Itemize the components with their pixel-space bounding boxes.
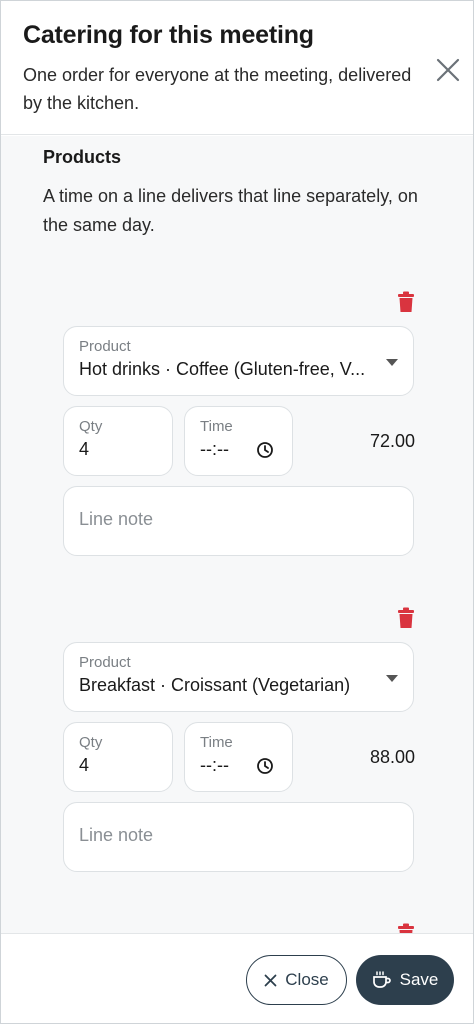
chevron-down-icon <box>386 359 398 366</box>
line-note-placeholder: Line note <box>79 825 154 845</box>
qty-label: Qty <box>79 418 103 435</box>
product-label: Product <box>79 654 131 671</box>
products-heading: Products <box>43 147 122 167</box>
time-field[interactable]: Time --:-- <box>184 406 293 476</box>
time-value: --:-- <box>200 439 229 459</box>
close-icon[interactable] <box>433 55 463 85</box>
time-label: Time <box>200 734 233 751</box>
dialog-subtitle: One order for everyone at the meeting, d… <box>23 65 412 113</box>
close-icon <box>264 974 277 986</box>
chevron-down-icon <box>386 675 398 682</box>
close-button-label: Close <box>285 970 329 989</box>
clock-icon[interactable] <box>256 757 274 775</box>
qty-value: 4 <box>79 755 90 775</box>
qty-label: Qty <box>79 734 103 751</box>
clock-icon[interactable] <box>256 441 274 459</box>
catering-dialog: Catering for this meeting One order for … <box>0 0 474 1024</box>
product-line: Product Breakfast · Croissant (Vegetaria… <box>1 602 473 902</box>
delete-line-icon[interactable] <box>396 291 416 313</box>
qty-field[interactable]: Qty 4 <box>63 722 173 792</box>
line-note-placeholder: Line note <box>79 509 154 529</box>
close-button[interactable]: Close <box>246 955 347 1005</box>
line-note-field[interactable]: Line note <box>63 802 414 872</box>
dialog-footer: Close Save <box>1 933 473 1023</box>
delete-line-icon[interactable] <box>396 923 416 933</box>
product-value: Breakfast · Croissant (Vegetarian) <box>79 675 351 695</box>
product-label: Product <box>79 338 131 355</box>
delete-line-icon[interactable] <box>396 607 416 629</box>
dialog-header: Catering for this meeting One order for … <box>1 1 473 135</box>
save-button[interactable]: Save <box>356 955 454 1005</box>
line-amount: 88.00 <box>369 747 415 767</box>
products-help-text: A time on a line delivers that line sepa… <box>43 186 418 235</box>
line-amount: 72.00 <box>369 431 415 451</box>
product-line: Product Hot drinks · Coffee (Gluten-free… <box>1 286 473 586</box>
product-select[interactable]: Product Breakfast · Croissant (Vegetaria… <box>63 642 414 712</box>
product-value: Hot drinks · Coffee (Gluten-free, V... <box>79 359 366 379</box>
time-field[interactable]: Time --:-- <box>184 722 293 792</box>
dialog-body[interactable]: Products A time on a line delivers that … <box>1 136 473 933</box>
product-select[interactable]: Product Hot drinks · Coffee (Gluten-free… <box>63 326 414 396</box>
qty-field[interactable]: Qty 4 <box>63 406 173 476</box>
dialog-title: Catering for this meeting <box>23 21 314 49</box>
time-label: Time <box>200 418 233 435</box>
qty-value: 4 <box>79 439 90 459</box>
time-value: --:-- <box>200 755 229 775</box>
line-note-field[interactable]: Line note <box>63 486 414 556</box>
save-button-label: Save <box>399 970 439 989</box>
coffee-cup-icon <box>372 971 391 988</box>
